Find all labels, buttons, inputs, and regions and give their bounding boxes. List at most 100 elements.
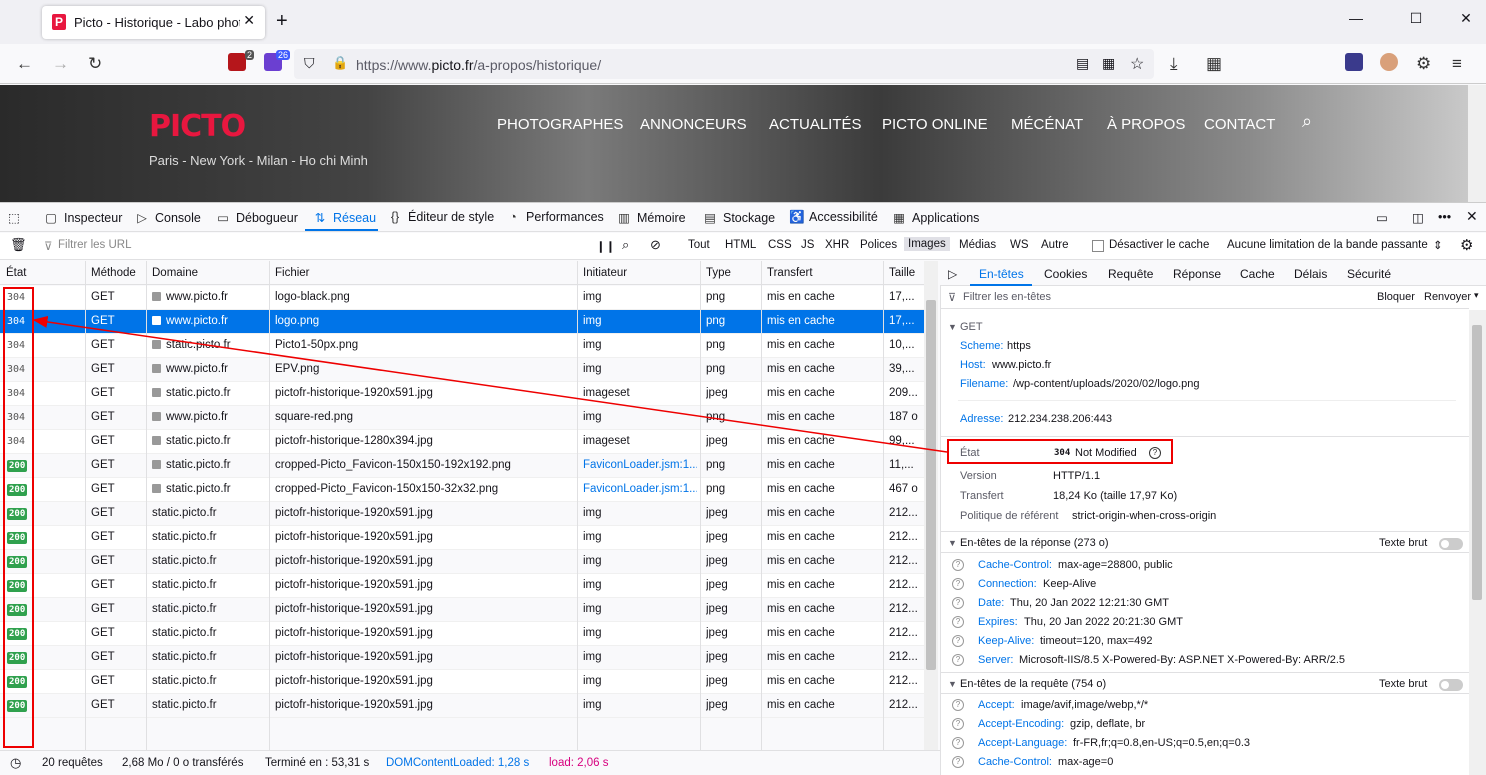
toggle-sidebar-icon[interactable]: ▷ <box>948 267 957 281</box>
new-tab-icon[interactable]: + <box>276 10 288 33</box>
table-row[interactable]: 200 GET static.picto.fr pictofr-historique-… <box>0 622 924 646</box>
collapse-request-icon[interactable]: ▼ <box>948 322 957 332</box>
header-help-icon[interactable]: ? <box>952 718 964 730</box>
col-type[interactable]: Type <box>706 267 731 279</box>
type-medias[interactable]: Médias <box>959 239 996 251</box>
col-transfert[interactable]: Transfert <box>767 267 813 279</box>
tool-accessibilite[interactable]: ♿ Accessibilité <box>789 210 878 225</box>
menu-photographes[interactable]: PHOTOGRAPHES <box>497 116 623 133</box>
type-ws[interactable]: WS <box>1010 239 1029 251</box>
table-row[interactable]: 200 GET static.picto.fr cropped-Picto_Favic… <box>0 478 924 502</box>
header-help[interactable]: ? <box>952 615 974 628</box>
table-row[interactable]: 200 GET static.picto.fr pictofr-historique-… <box>0 694 924 718</box>
reload-icon[interactable]: ↻ <box>88 54 102 74</box>
tab-en-tetes[interactable]: En-têtes <box>979 267 1024 281</box>
tab-cookies[interactable]: Cookies <box>1044 267 1087 281</box>
extension-icon[interactable]: 26 <box>264 50 290 71</box>
menu-actualites[interactable]: ACTUALITÉS <box>769 116 862 133</box>
menu-mecenat[interactable]: MÉCÉNAT <box>1011 116 1083 133</box>
block-button[interactable]: Bloquer <box>1377 291 1415 303</box>
col-methode[interactable]: Méthode <box>91 267 136 279</box>
dock-icon[interactable]: ◫ <box>1412 210 1424 225</box>
url-text[interactable]: https://www.picto.fr/a-propos/historique… <box>356 57 601 73</box>
header-help[interactable]: ? <box>952 736 974 749</box>
tool-console[interactable]: ▷ Console <box>135 210 201 225</box>
browser-tab[interactable]: P Picto - Historique - Labo photo ✕ <box>42 6 265 39</box>
table-row[interactable]: 304 GET www.picto.fr EPV.png img png mis en ca… <box>0 358 924 382</box>
bookmark-star-icon[interactable]: ☆ <box>1130 54 1144 74</box>
tab-reponse[interactable]: Réponse <box>1173 267 1221 281</box>
tool-performances[interactable]: ◔ Performances <box>506 210 604 224</box>
type-tout[interactable]: Tout <box>688 239 710 251</box>
col-etat[interactable]: État <box>6 267 26 279</box>
raw-response-toggle[interactable] <box>1439 537 1463 550</box>
type-js[interactable]: JS <box>801 239 814 251</box>
menu-annonceurs[interactable]: ANNONCEURS <box>640 116 747 133</box>
search-icon[interactable]: ⌕ <box>1302 111 1312 132</box>
table-row[interactable]: 200 GET static.picto.fr cropped-Picto_Favic… <box>0 454 924 478</box>
col-initiateur[interactable]: Initiateur <box>583 267 627 279</box>
close-window-icon[interactable]: ✕ <box>1446 10 1486 27</box>
more-options-icon[interactable]: ••• <box>1438 210 1451 224</box>
header-help-icon[interactable]: ? <box>952 699 964 711</box>
request-headers-section[interactable]: ▼ En-têtes de la requête (754 o) Texte b… <box>941 672 1469 694</box>
forward-icon[interactable]: → <box>52 54 69 74</box>
resend-chevron-icon[interactable]: ▾ <box>1474 290 1479 301</box>
table-row[interactable]: 304 GET www.picto.fr logo-black.png img png mi… <box>0 286 924 310</box>
type-xhr[interactable]: XHR <box>825 239 849 251</box>
type-css[interactable]: CSS <box>768 239 792 251</box>
header-help-icon[interactable]: ? <box>952 635 964 647</box>
trash-icon[interactable]: 🗑 <box>10 237 27 253</box>
table-row[interactable]: 200 GET static.picto.fr pictofr-historique-… <box>0 574 924 598</box>
table-row[interactable]: 200 GET static.picto.fr pictofr-historique-… <box>0 670 924 694</box>
pause-icon[interactable]: ❙❙ <box>596 239 615 253</box>
table-row[interactable]: 200 GET static.picto.fr pictofr-historique-… <box>0 646 924 670</box>
close-devtools-icon[interactable]: ✕ <box>1466 208 1478 225</box>
tool-reseau[interactable]: ⇅ Réseau <box>313 210 376 225</box>
tab-delais[interactable]: Délais <box>1294 267 1327 281</box>
responsive-design-icon[interactable]: ▭ <box>1376 210 1388 225</box>
page-scrollbar[interactable] <box>1468 85 1486 202</box>
url-filter-input[interactable]: Filtrer les URL <box>58 239 131 251</box>
tool-debogueur[interactable]: ▭ Débogueur <box>216 210 298 225</box>
type-html[interactable]: HTML <box>725 239 756 251</box>
table-row[interactable]: 200 GET static.picto.fr pictofr-historique-… <box>0 502 924 526</box>
menu-picto-online[interactable]: PICTO ONLINE <box>882 116 988 133</box>
resend-button[interactable]: Renvoyer <box>1424 291 1471 303</box>
header-help-icon[interactable]: ? <box>952 559 964 571</box>
extension-2-icon[interactable] <box>1345 53 1363 71</box>
block-requests-icon[interactable]: ⊘ <box>650 237 661 253</box>
table-row[interactable]: 304 GET www.picto.fr square-red.png img png mi… <box>0 406 924 430</box>
header-help[interactable]: ? <box>952 577 974 590</box>
ublock-icon[interactable]: 2 <box>228 50 254 71</box>
pick-element-icon[interactable]: ⬚ <box>8 210 20 225</box>
table-row[interactable]: 304 GET static.picto.fr pictofr-historique-… <box>0 430 924 454</box>
header-help[interactable]: ? <box>952 717 974 730</box>
header-help-icon[interactable]: ? <box>952 616 964 628</box>
hamburger-menu-icon[interactable]: ≡ <box>1452 54 1462 74</box>
table-row[interactable]: 200 GET static.picto.fr pictofr-historique-… <box>0 526 924 550</box>
type-images[interactable]: Images <box>904 237 950 251</box>
back-icon[interactable]: ← <box>16 54 33 74</box>
avatar-icon[interactable] <box>1380 53 1398 71</box>
settings-gear-icon[interactable]: ⚙ <box>1416 54 1431 74</box>
raw-request-toggle[interactable] <box>1439 678 1463 691</box>
header-help[interactable]: ? <box>952 653 974 666</box>
shield-icon[interactable]: ⛉ <box>304 55 315 72</box>
table-scrollbar-thumb[interactable] <box>926 300 936 670</box>
tab-securite[interactable]: Sécurité <box>1347 267 1391 281</box>
table-row[interactable]: 304 GET www.picto.fr logo.png img png mis en c… <box>0 310 924 334</box>
lock-icon[interactable]: 🔒 <box>332 55 348 71</box>
col-taille[interactable]: Taille <box>889 267 915 279</box>
download-icon[interactable]: ⤓ <box>1170 54 1178 74</box>
search-requests-icon[interactable]: ⌕ <box>622 237 629 253</box>
details-scrollbar-thumb[interactable] <box>1472 325 1482 600</box>
tab-requete[interactable]: Requête <box>1108 267 1153 281</box>
menu-a-propos[interactable]: À PROPOS <box>1107 116 1185 133</box>
qr-code-icon[interactable]: ▦ <box>1102 55 1115 72</box>
menu-contact[interactable]: CONTACT <box>1204 116 1275 133</box>
type-polices[interactable]: Polices <box>860 239 897 251</box>
header-help[interactable]: ? <box>952 698 974 711</box>
tool-stockage[interactable]: ▤ Stockage <box>703 210 775 225</box>
close-tab-icon[interactable]: ✕ <box>243 12 255 29</box>
